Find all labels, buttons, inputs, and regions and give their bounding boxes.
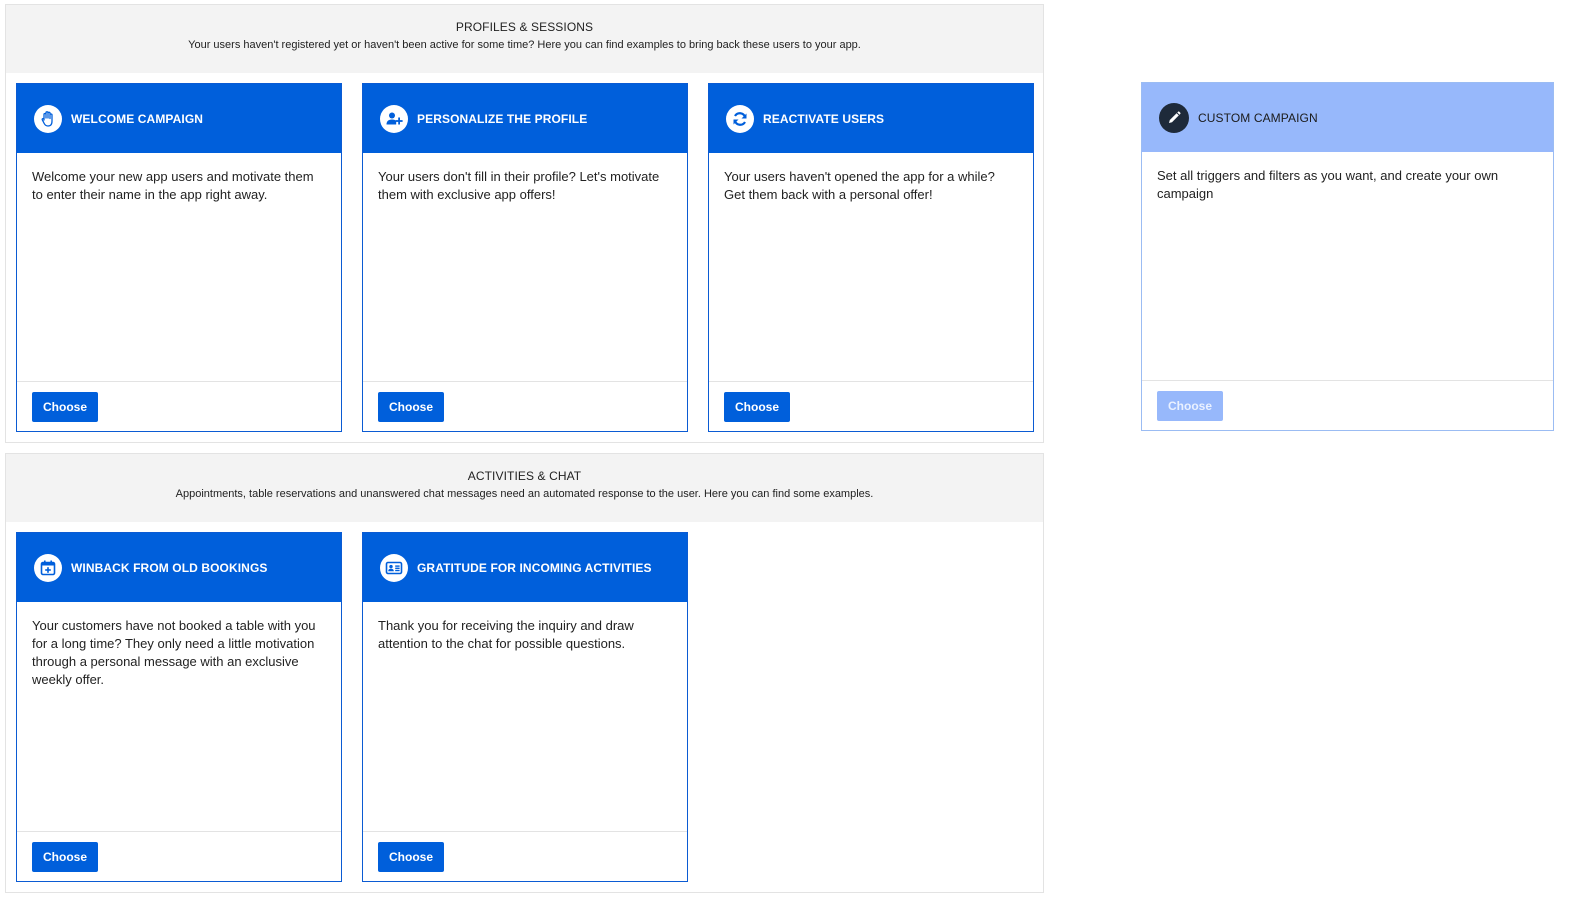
card-description: Set all triggers and filters as you want… [1157,168,1499,201]
choose-button[interactable]: Choose [378,392,445,422]
card-custom-campaign: CUSTOM CAMPAIGN Set all triggers and fil… [1141,82,1554,431]
card-footer: Choose [363,381,687,431]
card-header: GRATITUDE FOR INCOMING ACTIVITIES [363,533,687,602]
choose-button[interactable]: Choose [32,392,99,422]
hand-wave-icon [34,104,62,133]
choose-button[interactable]: Choose [1157,391,1224,421]
card-description: Your customers have not booked a table w… [32,618,316,687]
card-title: WELCOME CAMPAIGN [71,111,204,126]
add-user-icon [380,104,408,133]
section-subtitle: Your users haven't registered yet or hav… [188,39,861,51]
choose-button[interactable]: Choose [32,842,99,872]
card-footer: Choose [709,381,1033,431]
contact-card-icon [380,553,408,582]
card-header: PERSONALIZE THE PROFILE [363,84,687,153]
card-title: WINBACK FROM OLD BOOKINGS [71,560,268,575]
refresh-icon [726,104,754,133]
pencil-icon [1159,102,1189,133]
section-subtitle: Appointments, table reservations and una… [175,488,874,500]
card-title: GRATITUDE FOR INCOMING ACTIVITIES [417,560,652,575]
card-description: Your users haven't opened the app for a … [724,169,995,202]
card-footer: Choose [17,831,341,881]
section-header: PROFILES & SESSIONS Your users haven't r… [6,5,1043,73]
card-reactivate-users: REACTIVATE USERS Your users haven't open… [708,83,1034,432]
card-header: WINBACK FROM OLD BOOKINGS [17,533,341,602]
card-description: Welcome your new app users and motivate … [32,169,314,202]
section-activities-chat: ACTIVITIES & CHAT Appointments, table re… [5,453,1044,893]
card-footer: Choose [17,381,341,431]
card-description: Your users don't fill in their profile? … [378,169,660,202]
section-header: ACTIVITIES & CHAT Appointments, table re… [6,454,1043,522]
card-footer: Choose [1142,380,1553,430]
card-welcome-campaign: WELCOME CAMPAIGN Welcome your new app us… [16,83,342,432]
card-header: CUSTOM CAMPAIGN [1142,83,1553,152]
card-footer: Choose [363,831,687,881]
card-title: REACTIVATE USERS [763,111,885,126]
card-description: Thank you for receiving the inquiry and … [378,618,634,651]
choose-button[interactable]: Choose [724,392,791,422]
card-winback-bookings: WINBACK FROM OLD BOOKINGS Your customers… [16,532,342,882]
section-title: ACTIVITIES & CHAT [467,469,582,483]
card-personalize-profile: PERSONALIZE THE PROFILE Your users don't… [362,83,688,432]
section-profiles-sessions: PROFILES & SESSIONS Your users haven't r… [5,4,1044,443]
section-title: PROFILES & SESSIONS [455,20,594,34]
card-header: WELCOME CAMPAIGN [17,84,341,153]
card-title: CUSTOM CAMPAIGN [1198,110,1318,125]
choose-button[interactable]: Choose [378,842,445,872]
card-title: PERSONALIZE THE PROFILE [417,111,588,126]
card-gratitude-activities: GRATITUDE FOR INCOMING ACTIVITIES Thank … [362,532,688,882]
calendar-icon [34,553,62,582]
card-header: REACTIVATE USERS [709,84,1033,153]
